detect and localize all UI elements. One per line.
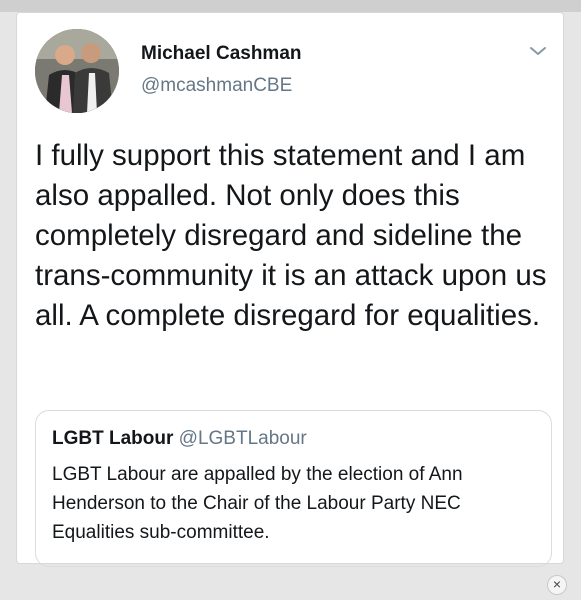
close-icon[interactable]: × [547, 575, 567, 595]
author-name[interactable]: Michael Cashman [141, 43, 302, 65]
browser-top-strip [0, 0, 581, 12]
chevron-down-icon[interactable] [527, 43, 549, 59]
tweet-text: I fully support this statement and I am … [35, 139, 547, 332]
tweet-card: Michael Cashman @mcashmanCBE I fully sup… [16, 12, 564, 567]
quoted-author-name: LGBT Labour [52, 428, 174, 449]
quoted-tweet-header: LGBT Labour @LGBTLabour [52, 428, 307, 450]
quoted-tweet-text: LGBT Labour are appalled by the election… [52, 464, 463, 543]
author-handle[interactable]: @mcashmanCBE [141, 75, 292, 97]
avatar-photo [35, 29, 119, 113]
avatar[interactable] [35, 29, 119, 113]
quoted-author-handle: @LGBTLabour [178, 428, 307, 449]
quoted-tweet[interactable]: LGBT Labour @LGBTLabour LGBT Labour are … [35, 410, 552, 567]
